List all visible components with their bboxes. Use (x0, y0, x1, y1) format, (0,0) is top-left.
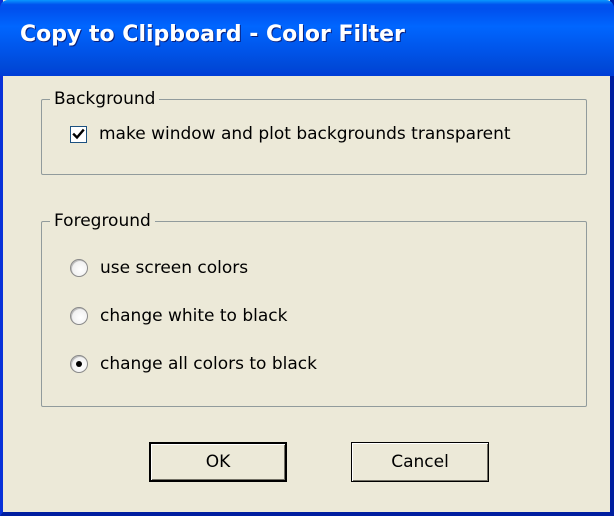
radio-option-change-white-to-black[interactable]: change white to black (70, 306, 288, 326)
cancel-button[interactable]: Cancel (351, 442, 489, 482)
transparent-checkbox-label: make window and plot backgrounds transpa… (99, 124, 511, 144)
window-title: Copy to Clipboard - Color Filter (20, 22, 405, 47)
radio-change-all-to-black[interactable] (70, 355, 88, 373)
dialog-client-area: Background make window and plot backgrou… (3, 76, 610, 512)
foreground-group-label: Foreground (50, 210, 155, 232)
radio-label-change-all-to-black: change all colors to black (100, 354, 317, 374)
radio-change-white-to-black[interactable] (70, 307, 88, 325)
transparent-option[interactable]: make window and plot backgrounds transpa… (70, 124, 511, 144)
title-bar[interactable]: Copy to Clipboard - Color Filter (0, 0, 614, 76)
radio-use-screen-colors[interactable] (70, 259, 88, 277)
dialog-window: Copy to Clipboard - Color Filter Backgro… (0, 0, 614, 516)
radio-option-change-all-to-black[interactable]: change all colors to black (70, 354, 317, 374)
radio-label-use-screen-colors: use screen colors (100, 258, 249, 278)
background-groupbox: Background make window and plot backgrou… (41, 88, 587, 175)
background-group-label: Background (50, 88, 160, 110)
checkmark-icon (72, 128, 85, 139)
transparent-checkbox[interactable] (70, 125, 87, 143)
radio-label-change-white-to-black: change white to black (100, 306, 288, 326)
radio-selected-dot (76, 361, 82, 367)
ok-button[interactable]: OK (149, 442, 287, 482)
foreground-groupbox: Foreground use screen colors change whit… (41, 210, 587, 407)
radio-option-use-screen-colors[interactable]: use screen colors (70, 258, 248, 278)
